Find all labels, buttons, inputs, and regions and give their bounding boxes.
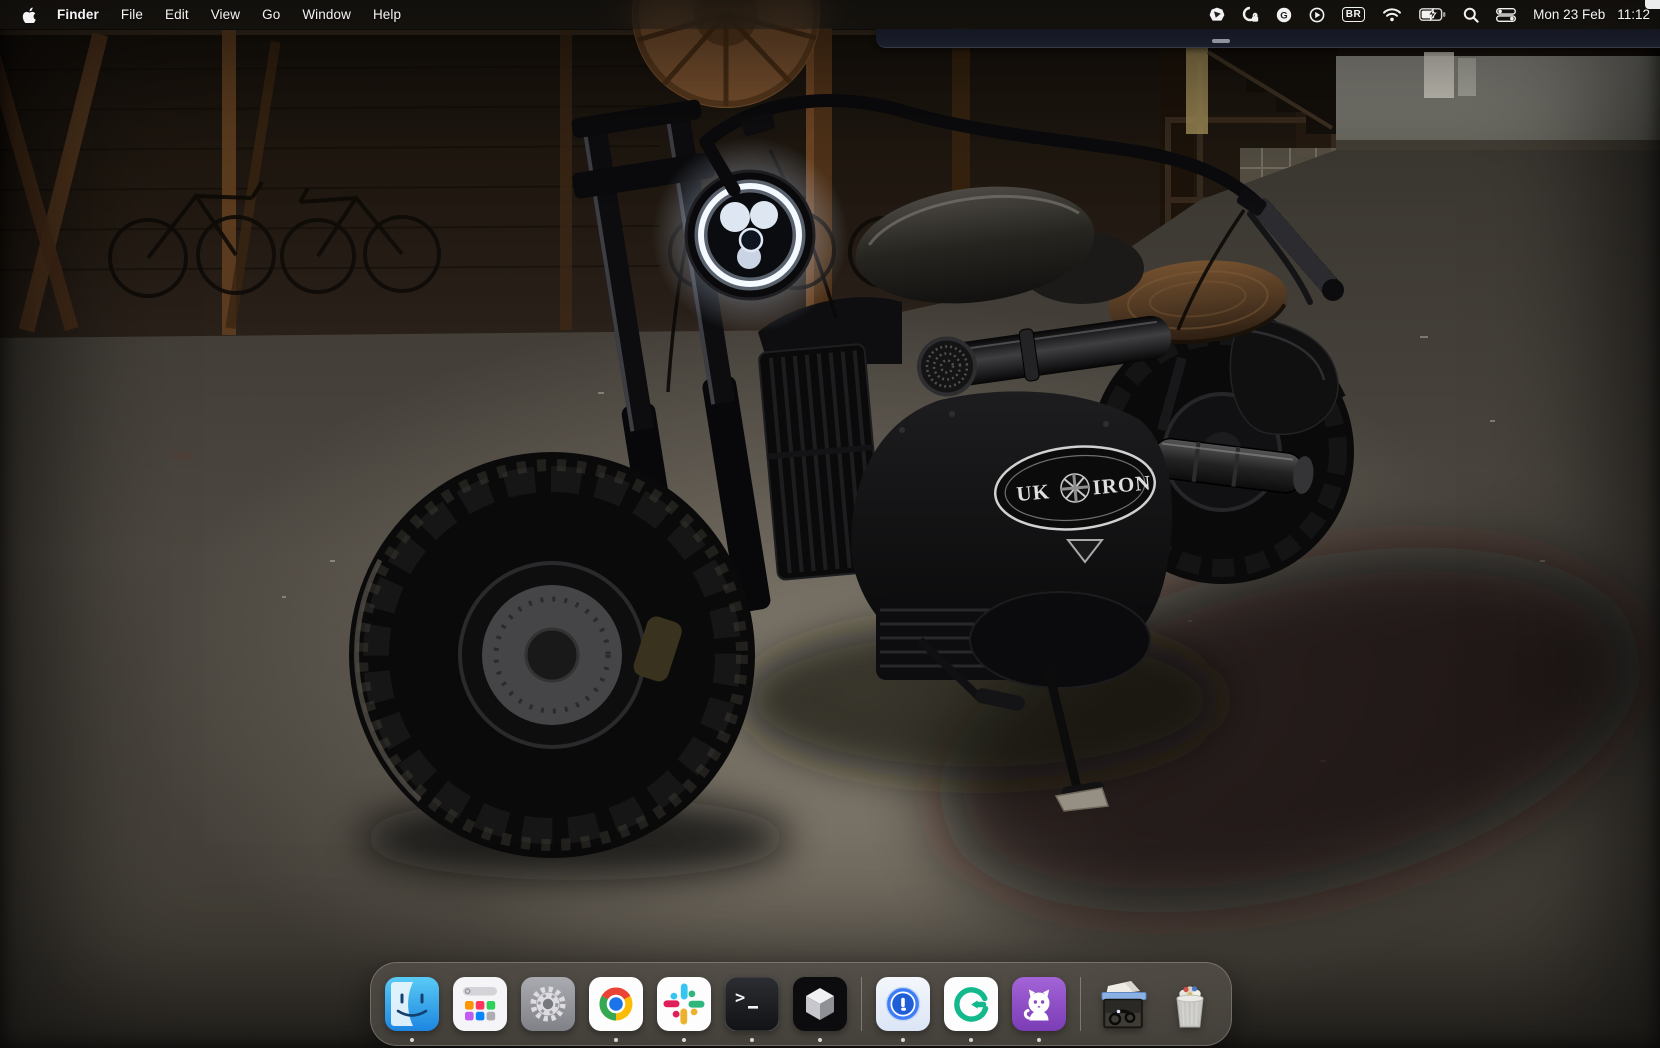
svg-text:>: >: [735, 988, 745, 1008]
terminal-icon: >: [725, 977, 779, 1031]
menu-window[interactable]: Window: [291, 0, 362, 29]
wallpaper-photo: UK IRON: [0, 0, 1660, 1048]
dock-divider: [1080, 977, 1081, 1031]
trash-full-icon: [1163, 977, 1217, 1031]
downloads-stack-icon: [1095, 977, 1149, 1031]
finder-icon: [385, 977, 439, 1031]
battery-charging-icon[interactable]: [1419, 8, 1446, 21]
running-indicator: [750, 1038, 754, 1042]
menu-help[interactable]: Help: [362, 0, 412, 29]
running-indicator: [410, 1038, 414, 1042]
spotlight-search-icon[interactable]: [1463, 7, 1479, 23]
slack-icon: [657, 977, 711, 1031]
running-indicator: [969, 1038, 973, 1042]
dock-item-github-desktop[interactable]: [1012, 977, 1066, 1031]
shield-app-icon[interactable]: [1209, 7, 1225, 23]
running-indicator: [1037, 1038, 1041, 1042]
grammarly-icon: [944, 977, 998, 1031]
desktop: UK IRON: [0, 0, 1660, 1048]
running-indicator: [682, 1038, 686, 1042]
dock: >: [370, 962, 1232, 1046]
system-settings-gear-icon: [521, 977, 575, 1031]
dock-item-slack[interactable]: [657, 977, 711, 1031]
github-octocat-icon: [1012, 977, 1066, 1031]
running-indicator: [901, 1038, 905, 1042]
svg-text:G: G: [1280, 10, 1287, 21]
wifi-icon[interactable]: [1382, 7, 1402, 22]
apple-menu[interactable]: [12, 6, 46, 23]
1password-icon: [876, 977, 930, 1031]
dock-item-grammarly[interactable]: [944, 977, 998, 1031]
dock-item-trash[interactable]: [1163, 977, 1217, 1031]
background-window-corner[interactable]: [1645, 0, 1660, 9]
control-center-icon[interactable]: [1496, 8, 1516, 22]
menu-app-name[interactable]: Finder: [46, 0, 110, 29]
dock-item-downloads-stack[interactable]: [1095, 977, 1149, 1031]
clock-date: Mon 23 Feb: [1533, 7, 1605, 22]
dock-item-chrome[interactable]: [589, 977, 643, 1031]
dock-item-cube-3d-app[interactable]: [793, 977, 847, 1031]
menu-bar-status: G BR: [1209, 6, 1660, 23]
wallpaper-scene: UK IRON: [0, 0, 1660, 1048]
menu-file[interactable]: File: [110, 0, 154, 29]
dock-item-1password[interactable]: [876, 977, 930, 1031]
dock-item-finder[interactable]: [385, 977, 439, 1031]
background-window-edge[interactable]: [876, 29, 1660, 48]
apple-logo-icon: [22, 6, 36, 23]
apps-launcher-icon: [453, 977, 507, 1031]
menu-go[interactable]: Go: [251, 0, 291, 29]
dock-divider: [861, 977, 862, 1031]
cube-3d-icon: [793, 977, 847, 1031]
badge-text-left: UK: [1016, 479, 1051, 506]
badge-text-right: IRON: [1092, 470, 1153, 499]
running-indicator: [614, 1038, 618, 1042]
menu-edit[interactable]: Edit: [154, 0, 200, 29]
dock-item-apps-launcher[interactable]: [453, 977, 507, 1031]
window-drag-handle[interactable]: [1212, 39, 1230, 43]
menu-view[interactable]: View: [200, 0, 251, 29]
running-indicator: [818, 1038, 822, 1042]
dock-item-terminal[interactable]: >: [725, 977, 779, 1031]
playback-icon[interactable]: [1309, 7, 1325, 23]
chrome-icon: [589, 977, 643, 1031]
keyboard-layout-badge[interactable]: BR: [1342, 7, 1365, 22]
dock-item-system-settings[interactable]: [521, 977, 575, 1031]
clock-time: 11:12: [1617, 7, 1650, 22]
menu-bar-clock[interactable]: Mon 23 Feb 11:12: [1533, 7, 1650, 22]
menu-bar-left: Finder File Edit View Go Window Help: [0, 0, 412, 29]
menu-bar: Finder File Edit View Go Window Help G: [0, 0, 1660, 29]
screen-lock-icon[interactable]: [1242, 6, 1259, 23]
grammarly-status-icon[interactable]: G: [1276, 7, 1292, 23]
